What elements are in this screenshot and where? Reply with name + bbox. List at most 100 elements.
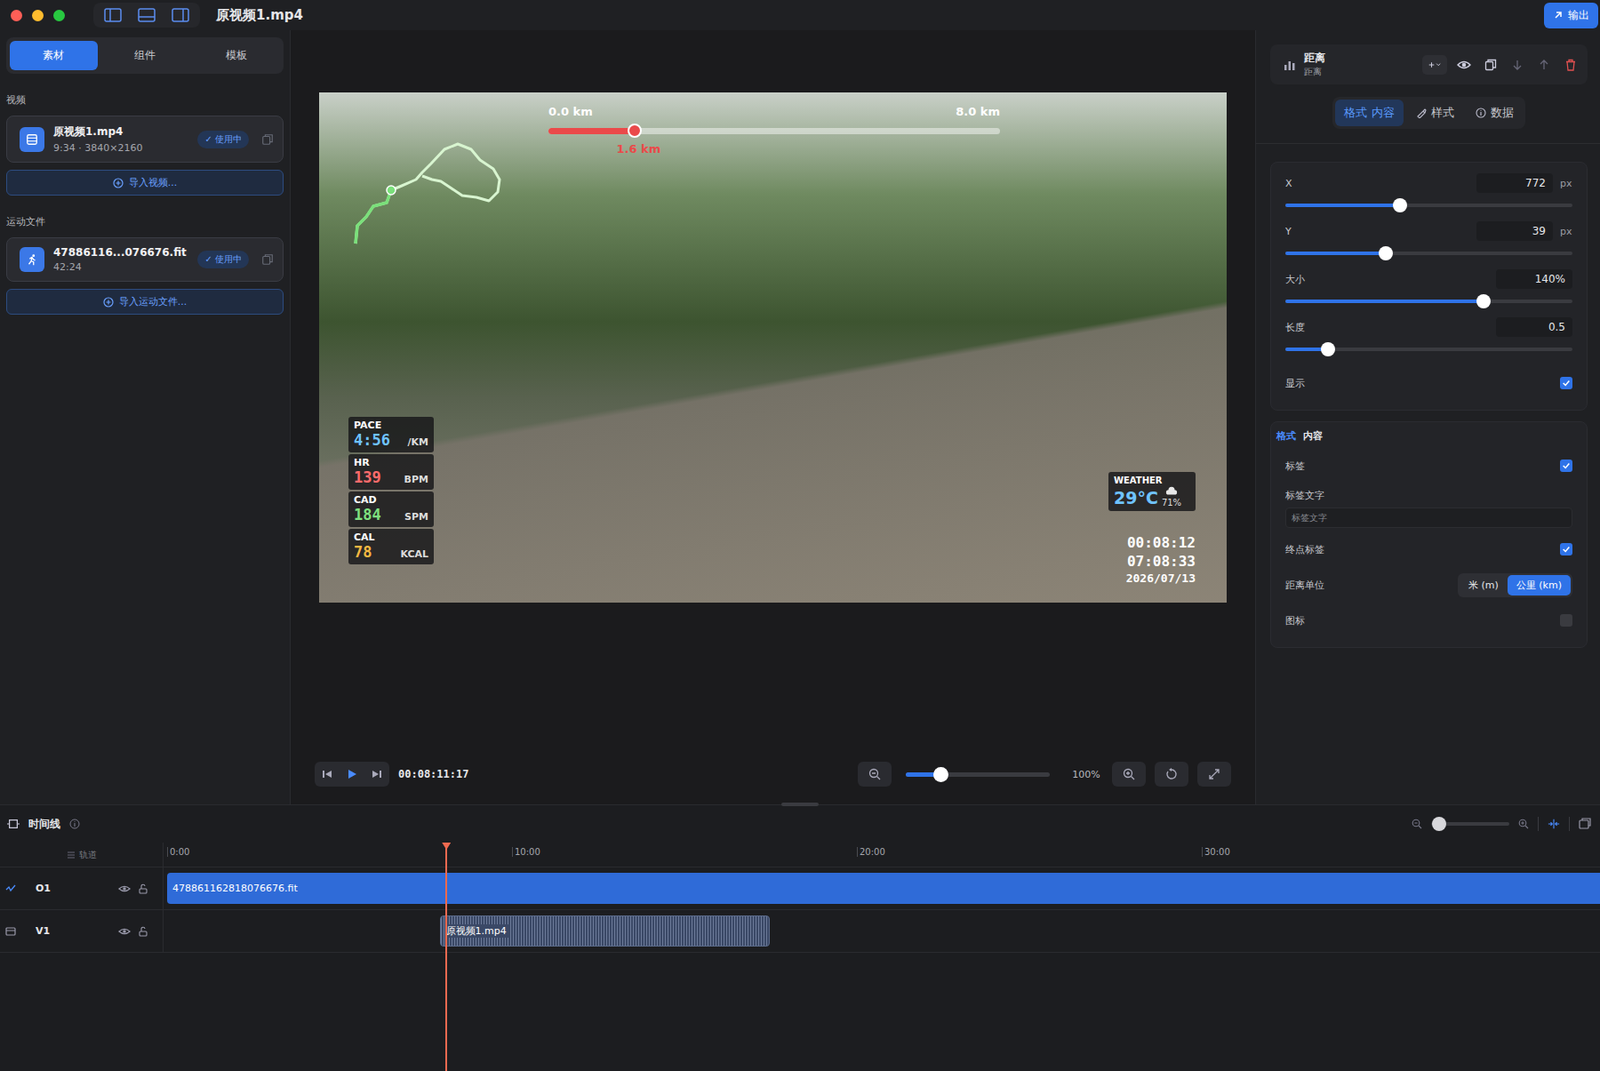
value-input[interactable]: 140%: [1496, 269, 1573, 289]
file-card[interactable]: 47886116...076676.fit 42:24 ✓ 使用中: [6, 237, 284, 282]
import-button[interactable]: 导入运动文件...: [6, 288, 284, 315]
unlock-icon[interactable]: [137, 883, 149, 895]
add-button[interactable]: [1422, 55, 1448, 75]
snap-icon[interactable]: [1547, 817, 1560, 831]
slider-fill: [1285, 251, 1386, 256]
move-down-button[interactable]: [1507, 55, 1528, 75]
content-tab[interactable]: 格式: [1276, 429, 1296, 443]
prev-frame-button[interactable]: [314, 761, 340, 787]
check-icon: [1561, 461, 1571, 471]
duplicate-button[interactable]: [1480, 55, 1501, 75]
timeline-header: 时间线: [0, 805, 1600, 843]
slider-thumb[interactable]: [1320, 342, 1336, 357]
metric-value: 4:56: [353, 431, 391, 449]
bottom-panel-icon[interactable]: [137, 8, 156, 23]
resize-handle[interactable]: [781, 802, 819, 807]
fullscreen-button[interactable]: [1197, 761, 1232, 787]
play-button[interactable]: [339, 761, 365, 787]
zoom-thumb[interactable]: [933, 767, 949, 783]
checkbox[interactable]: [1560, 459, 1573, 472]
show-checkbox[interactable]: [1560, 376, 1573, 390]
delete-button[interactable]: [1560, 55, 1581, 75]
value-input[interactable]: 0.5: [1496, 317, 1573, 337]
move-up-button[interactable]: [1534, 55, 1554, 75]
slider-thumb[interactable]: [1392, 198, 1408, 213]
close-button[interactable]: [10, 9, 23, 22]
value-input[interactable]: 39: [1476, 221, 1553, 241]
arrow-up-right-icon: [1552, 9, 1564, 21]
checkbox[interactable]: [1560, 614, 1573, 627]
export-button[interactable]: 输出: [1544, 2, 1599, 29]
label-text-input[interactable]: [1285, 507, 1573, 528]
content-tab[interactable]: 内容: [1303, 429, 1323, 443]
step-back-icon: [321, 768, 333, 780]
metric-unit: SPM: [404, 511, 429, 523]
app-window: 原视频1.mp4 输出 素材组件模板 视频 原视频1.mp4 9:34 · 38…: [0, 0, 1600, 1071]
slider-fill: [1285, 203, 1400, 208]
zoom-button[interactable]: [53, 9, 65, 22]
fit-icon[interactable]: [1578, 817, 1592, 831]
checkbox[interactable]: [1560, 543, 1573, 556]
distance-widget[interactable]: 0.0 km 8.0 km 1.6 km: [548, 104, 1000, 160]
slider[interactable]: [1285, 299, 1573, 304]
unit-option[interactable]: 米 (m): [1459, 575, 1508, 596]
time-ruler[interactable]: 0:0010:0020:0030:00: [163, 842, 1600, 868]
media-tab[interactable]: 组件: [101, 40, 190, 71]
route-map[interactable]: [346, 136, 507, 253]
zoom-in-icon[interactable]: [1518, 818, 1529, 830]
slider[interactable]: [1285, 251, 1573, 256]
media-tab[interactable]: 模板: [192, 40, 280, 71]
eye-icon[interactable]: [118, 925, 131, 938]
checkbox-field: 终点标签: [1285, 531, 1573, 568]
slider-thumb[interactable]: [1378, 246, 1393, 261]
playhead[interactable]: [445, 842, 448, 1071]
copy-icon[interactable]: [261, 253, 274, 266]
zoom-slider[interactable]: [905, 772, 1050, 777]
distance-knob: [627, 123, 642, 138]
copy-icon[interactable]: [261, 133, 274, 146]
import-button[interactable]: 导入视频...: [6, 169, 284, 196]
clip[interactable]: 478861162818076676.fit: [167, 872, 1600, 904]
inspector-tab[interactable]: 数据: [1466, 99, 1523, 127]
timeline-title: 时间线: [28, 816, 61, 832]
clock-widget[interactable]: 00:08:1207:08:332026/07/13: [1126, 534, 1196, 586]
eye-icon: [1456, 57, 1472, 72]
cloud-icon: [1165, 485, 1178, 498]
metrics-widget[interactable]: PACE 4:56 /KMHR 139 BPMCAD 184 SPMCAL 78…: [348, 416, 434, 565]
checkbox-field: 图标: [1285, 602, 1573, 639]
unit-option[interactable]: 公里 (km): [1507, 575, 1571, 596]
zoom-out-button[interactable]: [857, 761, 892, 787]
visibility-button[interactable]: [1454, 55, 1474, 75]
zoom-in-button[interactable]: [1112, 761, 1146, 787]
slider[interactable]: [1285, 203, 1573, 208]
media-tab[interactable]: 素材: [9, 40, 98, 71]
clip[interactable]: 原视频1.mp4: [440, 915, 770, 947]
position-card: X 772 px Y 39 px 大小 140% 长度 0.5 显示: [1270, 161, 1588, 411]
minimize-button[interactable]: [32, 9, 44, 22]
eye-icon[interactable]: [118, 882, 131, 896]
inspector-tab[interactable]: 格式 内容: [1335, 99, 1403, 127]
zoom-out-icon[interactable]: [1411, 818, 1423, 830]
right-sidebar-icon[interactable]: [171, 8, 190, 23]
field-label: 终点标签: [1285, 543, 1325, 557]
inspector-tab[interactable]: 样式: [1407, 99, 1464, 127]
timeline-zoom-slider[interactable]: [1431, 822, 1510, 826]
distance-end: 8.0 km: [955, 104, 1000, 119]
section-title: 运动文件: [6, 215, 284, 229]
timeline-zoom-thumb[interactable]: [1432, 816, 1447, 832]
ruler-tick: 30:00: [1201, 847, 1231, 857]
next-frame-button[interactable]: [364, 761, 390, 787]
unlock-icon[interactable]: [137, 926, 149, 937]
in-use-badge: ✓ 使用中: [197, 130, 249, 149]
weather-widget[interactable]: WEATHER 29°C 71%: [1108, 472, 1196, 512]
left-sidebar-icon[interactable]: [104, 8, 122, 23]
value-input[interactable]: 772: [1476, 173, 1553, 193]
reset-button[interactable]: [1154, 761, 1189, 787]
slider-thumb[interactable]: [1476, 294, 1491, 309]
file-info: 47886116...076676.fit 42:24: [53, 246, 189, 273]
field-label: X: [1285, 177, 1293, 190]
slider[interactable]: [1285, 347, 1573, 352]
file-card[interactable]: 原视频1.mp4 9:34 · 3840×2160 ✓ 使用中: [6, 115, 284, 163]
segmented-field: 距离单位 米 (m)公里 (km): [1285, 567, 1573, 603]
info-icon[interactable]: [69, 818, 80, 830]
